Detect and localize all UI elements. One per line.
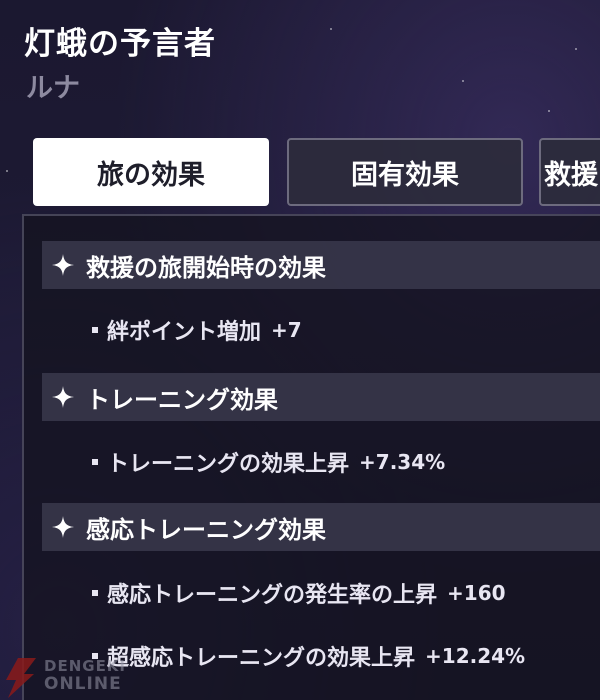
- bullet-icon: [92, 327, 98, 333]
- effect-item: 感応トレーニングの発生率の上昇 +160: [92, 573, 506, 613]
- sparkle-icon: [52, 254, 74, 276]
- tab-rescue[interactable]: 救援: [539, 138, 600, 206]
- effect-value: +160: [447, 581, 506, 605]
- effect-label: 絆ポイント増加: [107, 320, 262, 345]
- tab-label: 旅の効果: [97, 159, 205, 191]
- background-star: [548, 110, 550, 112]
- background-star: [462, 80, 464, 82]
- sparkle-icon: [52, 386, 74, 408]
- watermark-line2: ONLINE: [44, 674, 122, 694]
- section-title: 救援の旅開始時の効果: [86, 253, 326, 282]
- effect-item: 絆ポイント増加 +7: [92, 310, 302, 350]
- page-title: 灯蛾の予言者: [24, 26, 216, 62]
- section-title: 感応トレーニング効果: [86, 515, 326, 544]
- effect-label: 感応トレーニングの発生率の上昇: [107, 583, 438, 608]
- bullet-icon: [92, 459, 98, 465]
- effect-label: トレーニングの効果上昇: [107, 452, 350, 477]
- background-star: [330, 28, 332, 30]
- watermark: DENGEKI ONLINE: [2, 654, 132, 700]
- page-subtitle: ルナ: [26, 73, 80, 104]
- section-header-training: トレーニング効果: [42, 373, 600, 421]
- background-star: [6, 170, 8, 172]
- tab-journey-effects[interactable]: 旅の効果: [33, 138, 269, 206]
- sparkle-icon: [52, 516, 74, 538]
- tab-label: 固有効果: [351, 159, 459, 191]
- tab-label: 救援: [544, 159, 598, 191]
- watermark-line1: DENGEKI: [44, 657, 127, 675]
- effect-item: 超感応トレーニングの効果上昇 +12.24%: [92, 636, 525, 676]
- background-star: [575, 48, 577, 50]
- effect-label: 超感応トレーニングの効果上昇: [107, 646, 416, 671]
- effect-value: +7.34%: [359, 450, 446, 474]
- section-header-rescue-start: 救援の旅開始時の効果: [42, 241, 600, 289]
- effect-item: トレーニングの効果上昇 +7.34%: [92, 442, 445, 482]
- section-title: トレーニング効果: [86, 385, 278, 414]
- effect-value: +12.24%: [425, 644, 526, 668]
- section-header-resonance-training: 感応トレーニング効果: [42, 503, 600, 551]
- bullet-icon: [92, 590, 98, 596]
- tab-unique-effects[interactable]: 固有効果: [287, 138, 523, 206]
- lightning-logo-icon: [6, 658, 36, 698]
- effect-value: +7: [271, 318, 302, 342]
